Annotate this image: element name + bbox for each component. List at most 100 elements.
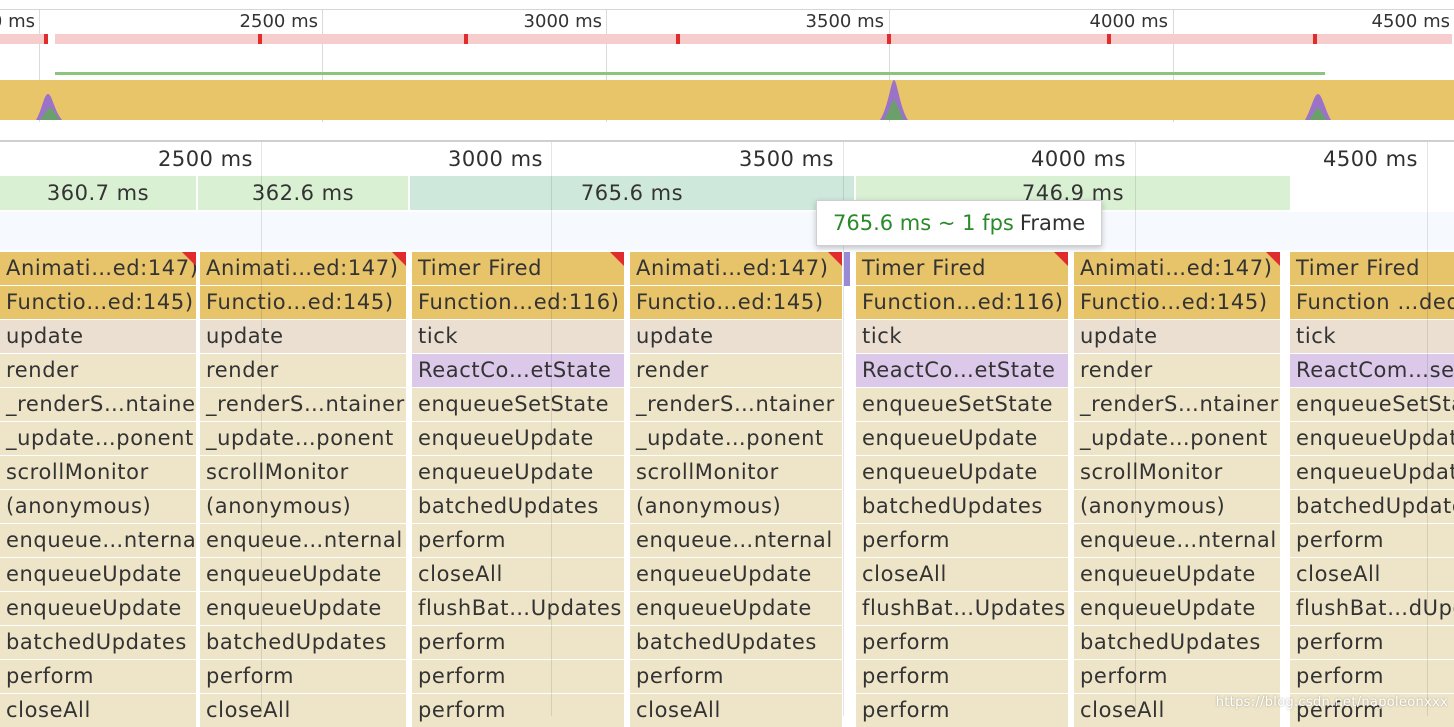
- flame-call-entry[interactable]: render: [630, 354, 842, 387]
- flame-call-entry[interactable]: render: [200, 354, 406, 387]
- flame-small-entry[interactable]: [844, 252, 850, 286]
- flame-call-entry[interactable]: perform: [856, 524, 1068, 557]
- flame-call-entry[interactable]: perform: [856, 626, 1068, 659]
- flame-call-entry[interactable]: (anonymous): [1074, 490, 1280, 523]
- flame-call-entry[interactable]: enqueueUpdate: [412, 456, 624, 489]
- flame-call-entry[interactable]: update: [630, 320, 842, 353]
- flame-call-entry[interactable]: flushBat…dUpd: [1290, 592, 1454, 625]
- flame-call-entry[interactable]: closeAll: [0, 694, 196, 727]
- flame-call-entry[interactable]: enqueue…nternal: [630, 524, 842, 557]
- flame-call-entry[interactable]: _update…ponent: [0, 422, 196, 455]
- flame-call-entry[interactable]: update: [200, 320, 406, 353]
- flame-call-entry[interactable]: _renderS…ntainer: [1074, 388, 1280, 421]
- flame-call-entry[interactable]: batchedUpdates: [412, 490, 624, 523]
- flame-call-entry[interactable]: ReactCo…etState: [412, 354, 624, 387]
- flame-task-entry[interactable]: Timer Fired: [1290, 252, 1454, 285]
- flame-call-entry[interactable]: enqueue…nternal: [1074, 524, 1280, 557]
- frame-box[interactable]: 360.7 ms: [0, 176, 196, 210]
- flame-call-entry[interactable]: render: [1074, 354, 1280, 387]
- timeline-overview[interactable]: 0 ms 2500 ms 3000 ms 3500 ms 4000 ms 4500 ms: [0, 0, 1454, 142]
- flame-call-entry[interactable]: enqueueUpdate: [1290, 422, 1454, 455]
- flame-task-entry[interactable]: Animati…ed:147): [1074, 252, 1280, 285]
- flame-call-entry[interactable]: (anonymous): [0, 490, 196, 523]
- flame-call-entry[interactable]: perform: [1074, 660, 1280, 693]
- flame-call-entry[interactable]: closeAll: [1290, 558, 1454, 591]
- flame-call-entry[interactable]: enqueueUpdate: [0, 558, 196, 591]
- flame-task-entry[interactable]: Animati…ed:147): [0, 252, 196, 285]
- flame-call-entry[interactable]: perform: [856, 660, 1068, 693]
- flame-call-entry[interactable]: flushBat…Updates: [856, 592, 1068, 625]
- flame-call-entry[interactable]: _update…ponent: [200, 422, 406, 455]
- flame-call-entry[interactable]: batchedUpdates: [630, 626, 842, 659]
- flame-task-entry[interactable]: Animati…ed:147): [200, 252, 406, 285]
- flame-call-entry[interactable]: perform: [0, 660, 196, 693]
- flame-call-entry[interactable]: enqueueSetState: [856, 388, 1068, 421]
- flame-call-entry[interactable]: enqueueSetState: [412, 388, 624, 421]
- flame-call-entry[interactable]: enqueueUpdate: [1074, 592, 1280, 625]
- flame-call-entry[interactable]: enqueueUpdate: [412, 422, 624, 455]
- flame-call-entry[interactable]: tick: [856, 320, 1068, 353]
- flame-call-entry[interactable]: perform: [412, 524, 624, 557]
- flame-call-entry[interactable]: update: [0, 320, 196, 353]
- flame-call-entry[interactable]: enqueueSetStat: [1290, 388, 1454, 421]
- flame-call-entry[interactable]: closeAll: [630, 694, 842, 727]
- flame-call-entry[interactable]: Function…ed:116): [412, 286, 624, 319]
- flame-call-entry[interactable]: scrollMonitor: [630, 456, 842, 489]
- flame-call-entry[interactable]: (anonymous): [200, 490, 406, 523]
- flame-call-entry[interactable]: enqueueUpdate: [200, 558, 406, 591]
- flame-call-entry[interactable]: closeAll: [412, 558, 624, 591]
- flame-call-entry[interactable]: Functio…ed:145): [200, 286, 406, 319]
- flame-call-entry[interactable]: batchedUpdates: [1074, 626, 1280, 659]
- flame-call-entry[interactable]: perform: [856, 694, 1068, 727]
- flame-call-entry[interactable]: closeAll: [856, 558, 1068, 591]
- flame-call-entry[interactable]: batchedUpdates: [200, 626, 406, 659]
- flame-task-entry[interactable]: Animati…ed:147): [630, 252, 842, 285]
- flame-call-entry[interactable]: render: [0, 354, 196, 387]
- flame-call-entry[interactable]: perform: [1290, 524, 1454, 557]
- flame-task-entry[interactable]: Timer Fired: [412, 252, 624, 285]
- flame-call-entry[interactable]: enqueueUpdate: [1290, 456, 1454, 489]
- flame-call-entry[interactable]: enqueue…nternal: [0, 524, 196, 557]
- flame-call-entry[interactable]: enqueueUpdate: [856, 422, 1068, 455]
- flame-call-entry[interactable]: ReactCom…set: [1290, 354, 1454, 387]
- flame-call-entry[interactable]: enqueueUpdate: [1074, 558, 1280, 591]
- flame-call-entry[interactable]: batchedUpdates: [856, 490, 1068, 523]
- flame-call-entry[interactable]: Function…ed:116): [856, 286, 1068, 319]
- frame-box-selected[interactable]: 765.6 ms: [410, 176, 854, 210]
- flame-call-entry[interactable]: _renderS…ntainer: [0, 388, 196, 421]
- flame-call-entry[interactable]: update: [1074, 320, 1280, 353]
- flame-call-entry[interactable]: enqueueUpdate: [200, 592, 406, 625]
- flame-call-entry[interactable]: scrollMonitor: [0, 456, 196, 489]
- flame-call-entry[interactable]: _update…ponent: [630, 422, 842, 455]
- flame-call-entry[interactable]: enqueueUpdate: [630, 592, 842, 625]
- flame-call-entry[interactable]: scrollMonitor: [1074, 456, 1280, 489]
- flame-call-entry[interactable]: enqueueUpdate: [630, 558, 842, 591]
- flame-call-entry[interactable]: _update…ponent: [1074, 422, 1280, 455]
- flame-call-entry[interactable]: perform: [412, 660, 624, 693]
- flame-call-entry[interactable]: (anonymous): [630, 490, 842, 523]
- flame-call-entry[interactable]: enqueue…nternal: [200, 524, 406, 557]
- flame-call-entry[interactable]: Functio…ed:145): [1074, 286, 1280, 319]
- flame-call-entry[interactable]: enqueueUpdate: [0, 592, 196, 625]
- frame-box[interactable]: 362.6 ms: [198, 176, 408, 210]
- flame-call-entry[interactable]: perform: [1290, 660, 1454, 693]
- flame-call-entry[interactable]: perform: [1290, 626, 1454, 659]
- flame-call-entry[interactable]: flushBat…Updates: [412, 592, 624, 625]
- flame-call-entry[interactable]: perform: [200, 660, 406, 693]
- flame-call-entry[interactable]: batchedUpdates: [0, 626, 196, 659]
- flame-call-entry[interactable]: tick: [412, 320, 624, 353]
- flame-call-entry[interactable]: Function …ded: [1290, 286, 1454, 319]
- flame-call-entry[interactable]: perform: [412, 694, 624, 727]
- flame-task-entry[interactable]: Timer Fired: [856, 252, 1068, 285]
- flame-call-entry[interactable]: scrollMonitor: [200, 456, 406, 489]
- flame-call-entry[interactable]: tick: [1290, 320, 1454, 353]
- flame-call-entry[interactable]: _renderS…ntainer: [630, 388, 842, 421]
- flame-call-entry[interactable]: Functio…ed:145): [0, 286, 196, 319]
- flame-call-entry[interactable]: perform: [412, 626, 624, 659]
- flame-call-entry[interactable]: batchedUpdate: [1290, 490, 1454, 523]
- flame-call-entry[interactable]: enqueueUpdate: [856, 456, 1068, 489]
- flame-call-entry[interactable]: Functio…ed:145): [630, 286, 842, 319]
- flame-call-entry[interactable]: perform: [630, 660, 842, 693]
- flame-call-entry[interactable]: ReactCo…etState: [856, 354, 1068, 387]
- flame-call-entry[interactable]: _renderS…ntainer: [200, 388, 406, 421]
